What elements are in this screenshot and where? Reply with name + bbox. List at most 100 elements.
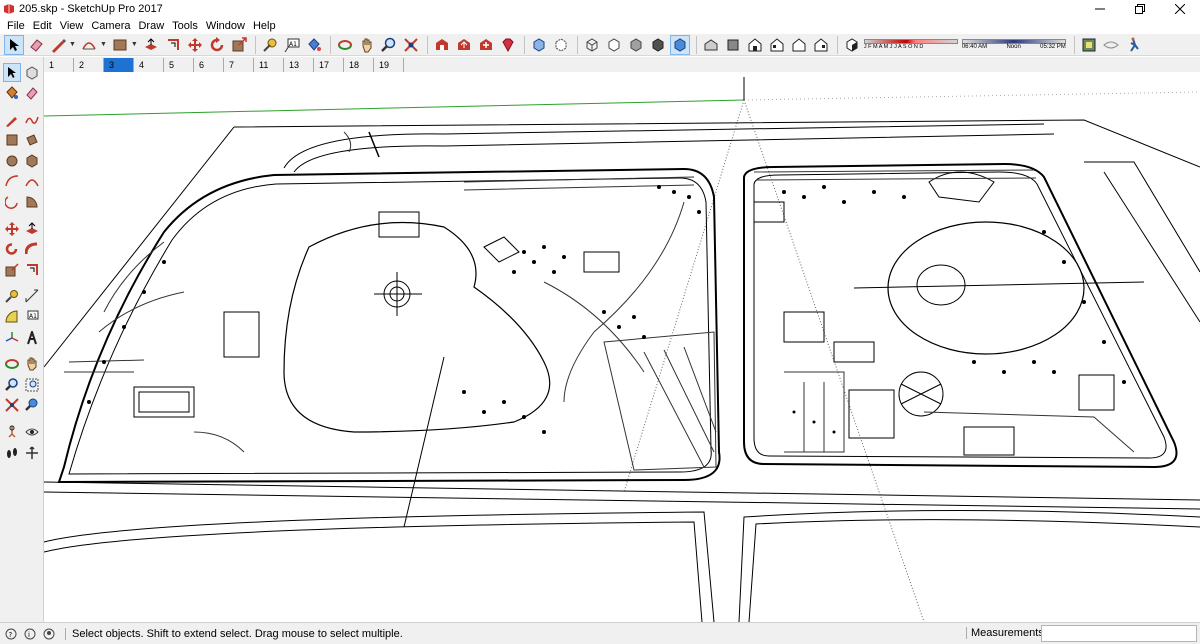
back-edges-style-button[interactable] — [551, 35, 571, 55]
circle-tool-button[interactable] — [3, 151, 21, 170]
scene-tab[interactable]: 17 — [314, 58, 344, 72]
freehand-tool-button[interactable] — [23, 110, 41, 129]
scene-tab[interactable]: 18 — [344, 58, 374, 72]
menu-help[interactable]: Help — [249, 18, 280, 34]
right-view-button[interactable] — [767, 35, 787, 55]
select-tool-button[interactable] — [4, 34, 24, 55]
pan-tool-button[interactable] — [23, 355, 41, 374]
scale-tool-button[interactable] — [229, 35, 249, 55]
wireframe-style-button[interactable] — [582, 35, 602, 55]
zoom-window-button[interactable] — [23, 375, 41, 394]
look-around-button[interactable] — [23, 423, 41, 442]
front-view-button[interactable] — [745, 35, 765, 55]
shape-dropdown-icon[interactable]: ▼ — [131, 41, 138, 48]
previous-view-button[interactable] — [23, 396, 41, 415]
menu-tools[interactable]: Tools — [168, 18, 202, 34]
text-tool-button[interactable]: A1 — [23, 308, 41, 327]
rotate-tool-button[interactable] — [3, 240, 21, 259]
left-view-button[interactable] — [811, 35, 831, 55]
paint-bucket-tool-button[interactable] — [304, 35, 324, 55]
scene-tab[interactable]: 6 — [194, 58, 224, 72]
walk-button[interactable] — [3, 443, 21, 462]
pie-tool-button[interactable] — [23, 193, 41, 212]
zoom-extents-button[interactable] — [3, 396, 21, 415]
shape-tool-button[interactable] — [110, 35, 130, 55]
rotated-rectangle-tool-button[interactable] — [23, 131, 41, 150]
maximize-button[interactable] — [1120, 0, 1160, 18]
scale-tool-button[interactable] — [3, 260, 21, 279]
scene-tab[interactable]: 19 — [374, 58, 404, 72]
scene-tab-active[interactable]: 3 — [104, 58, 134, 72]
zoom-tool-button[interactable] — [379, 35, 399, 55]
scene-tab[interactable]: 11 — [254, 58, 284, 72]
protractor-tool-button[interactable] — [3, 308, 21, 327]
follow-me-tool-button[interactable] — [23, 240, 41, 259]
tape-measure-tool-button[interactable] — [3, 287, 21, 306]
line-tool-button[interactable] — [3, 110, 21, 129]
measurements-input[interactable] — [1041, 625, 1197, 642]
extension-warehouse-button[interactable] — [476, 35, 496, 55]
menu-window[interactable]: Window — [202, 18, 249, 34]
hidden-line-style-button[interactable] — [604, 35, 624, 55]
arc-tool-button[interactable] — [79, 35, 99, 55]
iso-view-button[interactable] — [701, 35, 721, 55]
polygon-tool-button[interactable] — [23, 151, 41, 170]
shaded-style-button[interactable] — [626, 35, 646, 55]
back-view-button[interactable] — [789, 35, 809, 55]
move-tool-button[interactable] — [185, 35, 205, 55]
pan-tool-button[interactable] — [357, 35, 377, 55]
top-view-button[interactable] — [723, 35, 743, 55]
scene-tab[interactable]: 5 — [164, 58, 194, 72]
shaded-textures-style-button[interactable] — [648, 35, 668, 55]
geo-location-icon[interactable]: ? — [3, 626, 19, 642]
xray-style-button[interactable] — [529, 35, 549, 55]
position-camera-button[interactable] — [3, 423, 21, 442]
menu-file[interactable]: File — [3, 18, 29, 34]
model-viewport[interactable] — [44, 72, 1200, 622]
shadow-time-slider[interactable]: 06:40 AM Noon 05:32 PM — [961, 35, 1066, 55]
three-point-arc-tool-button[interactable] — [3, 193, 21, 212]
scene-tab[interactable]: 2 — [74, 58, 104, 72]
arc-dropdown-icon[interactable]: ▼ — [100, 41, 107, 48]
make-component-button[interactable] — [23, 63, 41, 82]
menu-draw[interactable]: Draw — [134, 18, 168, 34]
paint-bucket-tool-button[interactable] — [3, 84, 21, 103]
look-around-button[interactable] — [1101, 35, 1121, 55]
minimize-button[interactable] — [1080, 0, 1120, 18]
scene-tab[interactable]: 4 — [134, 58, 164, 72]
shadows-toggle-button[interactable] — [842, 35, 862, 55]
zoom-extents-button[interactable] — [401, 35, 421, 55]
user-account-icon[interactable] — [41, 626, 57, 642]
offset-tool-button[interactable] — [163, 35, 183, 55]
3d-warehouse-button[interactable] — [432, 35, 452, 55]
text-tool-button[interactable]: A1 — [282, 35, 302, 55]
rectangle-tool-button[interactable] — [3, 131, 21, 150]
move-tool-button[interactable] — [3, 219, 21, 238]
dimension-tool-button[interactable] — [23, 287, 41, 306]
scene-tab[interactable]: 1 — [44, 58, 74, 72]
eraser-tool-button[interactable] — [23, 84, 41, 103]
scene-tab[interactable]: 7 — [224, 58, 254, 72]
select-tool-button[interactable] — [3, 63, 22, 82]
axes-tool-button[interactable] — [3, 328, 21, 347]
share-model-button[interactable] — [454, 35, 474, 55]
line-tool-button[interactable] — [48, 35, 68, 55]
rotate-tool-button[interactable] — [207, 35, 227, 55]
walk-button[interactable] — [1123, 35, 1143, 55]
credits-icon[interactable]: i — [22, 626, 38, 642]
orbit-tool-button[interactable] — [335, 35, 355, 55]
shadow-date-slider[interactable]: J F M A M J J A S O N D — [863, 35, 958, 55]
close-button[interactable] — [1160, 0, 1200, 18]
section-plane-button[interactable] — [23, 443, 41, 462]
offset-tool-button[interactable] — [23, 260, 41, 279]
zoom-tool-button[interactable] — [3, 375, 21, 394]
extension-manager-button[interactable] — [498, 35, 518, 55]
menu-camera[interactable]: Camera — [87, 18, 134, 34]
line-dropdown-icon[interactable]: ▼ — [69, 41, 76, 48]
menu-view[interactable]: View — [56, 18, 88, 34]
arc-tool-button[interactable] — [3, 172, 21, 191]
scene-tab[interactable]: 13 — [284, 58, 314, 72]
orbit-tool-button[interactable] — [3, 355, 21, 374]
position-camera-button[interactable] — [1079, 35, 1099, 55]
3d-text-tool-button[interactable] — [23, 328, 41, 347]
